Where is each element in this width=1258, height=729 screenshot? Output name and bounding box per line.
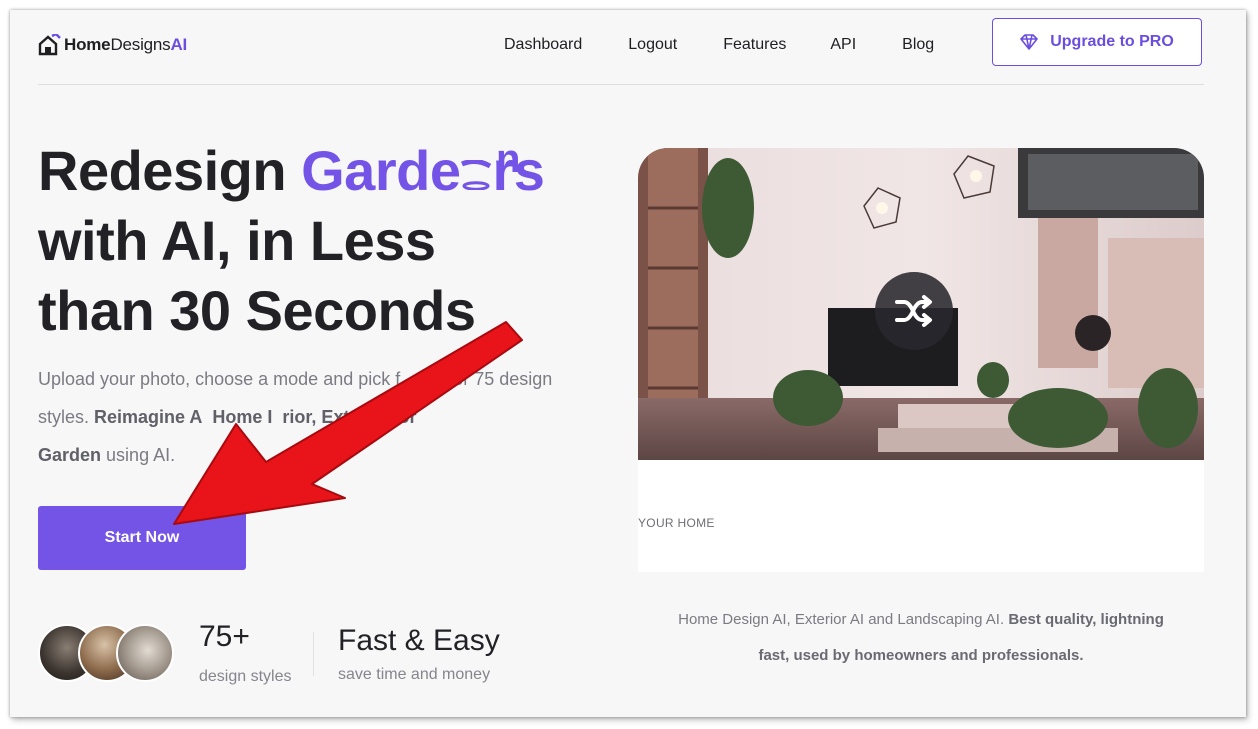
- nav-dashboard[interactable]: Dashboard: [504, 36, 582, 54]
- tagline-bold1: Best quality, lightning: [1008, 611, 1164, 628]
- nav-api[interactable]: API: [830, 36, 856, 54]
- styles-count: 75+: [199, 620, 250, 653]
- styles-count-label: design styles: [199, 668, 292, 685]
- nav-logout[interactable]: Logout: [628, 36, 677, 54]
- hero-subtext: Upload your photo, choose a mode and pic…: [38, 360, 558, 474]
- preview-caption: YOUR HOME: [638, 516, 715, 530]
- headline-accent-main: Garde: [301, 139, 461, 202]
- house-icon: [38, 34, 61, 56]
- start-now-button[interactable]: Start Now: [38, 506, 246, 570]
- headline-floating-letter: n: [496, 137, 520, 181]
- product-tagline: Home Design AI, Exterior AI and Landscap…: [638, 602, 1204, 674]
- fast-easy-label: save time and money: [338, 666, 491, 683]
- subtext-bold2: Home I: [212, 407, 273, 427]
- main-nav: Dashboard Logout Features API Blog: [504, 36, 980, 54]
- upgrade-button[interactable]: Upgrade to PRO: [992, 18, 1202, 66]
- site-logo[interactable]: Home Designs AI: [38, 34, 187, 56]
- rotating-letter-ring: [461, 158, 492, 191]
- nav-blog[interactable]: Blog: [902, 36, 934, 54]
- avatar-group: [38, 624, 178, 686]
- subtext-part3: using AI.: [106, 445, 176, 465]
- fast-easy-title: Fast & Easy: [338, 624, 500, 657]
- site-header: Home Designs AI Dashboard Logout Features …: [38, 10, 1204, 85]
- diamond-icon: [1020, 34, 1039, 50]
- tagline-plain: Home Design AI, Exterior AI and Landscap…: [678, 611, 1005, 628]
- tagline-bold2: fast, used by homeowners and professiona…: [758, 647, 1084, 664]
- hero-headline: Redesign Garde rs n with AI, in Less than…: [38, 136, 598, 346]
- subtext-bold1: Reimagine A: [94, 407, 203, 427]
- headline-line2: with AI, in Less: [38, 209, 436, 272]
- headline-line3: than 30 Seconds: [38, 279, 476, 342]
- headline-word: Redesign: [38, 139, 287, 202]
- preview-card: YOUR HOME: [638, 148, 1204, 572]
- browser-viewport: Home Designs AI Dashboard Logout Features …: [10, 10, 1246, 717]
- upgrade-label: Upgrade to PRO: [1050, 33, 1174, 50]
- logo-text-ai: AI: [170, 35, 188, 54]
- nav-features[interactable]: Features: [723, 36, 786, 54]
- subtext-bold3: rior, Exterior, or: [282, 407, 417, 427]
- shuffle-icon: [895, 295, 932, 327]
- logo-text-home: Home: [64, 35, 111, 54]
- subtext-bold4: Garden: [38, 445, 102, 465]
- stats-divider: [313, 632, 314, 676]
- subtext-part1: Upload your photo, choose a mode and pic…: [38, 369, 401, 389]
- shuffle-button[interactable]: [875, 272, 953, 350]
- avatar: [116, 624, 174, 682]
- logo-text-designs: Designs: [110, 35, 171, 54]
